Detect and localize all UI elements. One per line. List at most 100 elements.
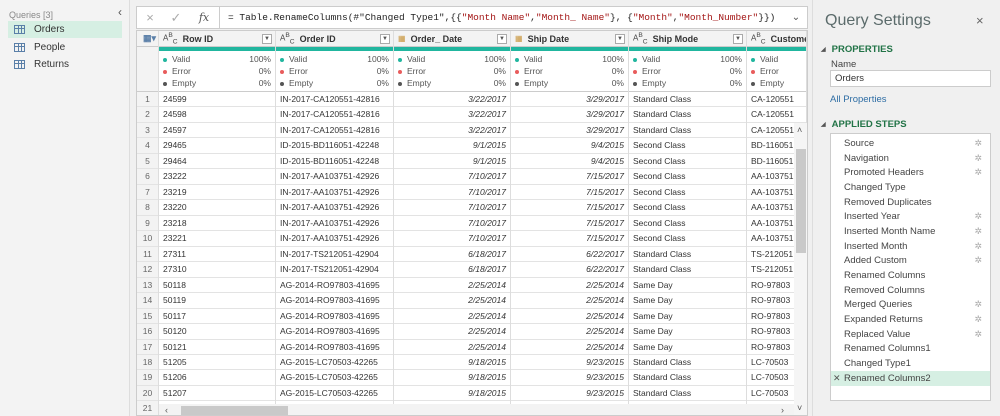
table-menu-icon[interactable]: ▦▾ <box>137 31 158 47</box>
table-cell[interactable]: 2/25/2014 <box>511 340 628 355</box>
table-cell[interactable]: 7/10/2017 <box>394 185 510 201</box>
table-cell[interactable]: 9/18/2015 <box>394 370 510 386</box>
row-number[interactable]: 15 <box>137 308 158 325</box>
table-cell[interactable]: Same Day <box>629 340 746 355</box>
table-cell[interactable]: Standard Class <box>629 370 746 386</box>
table-cell[interactable]: Same Day <box>629 278 746 294</box>
table-cell[interactable]: AG-2014-RO97803-41695 <box>276 340 393 355</box>
row-number[interactable]: 19 <box>137 370 158 386</box>
table-cell[interactable]: 3/29/2017 <box>511 107 628 123</box>
table-cell[interactable]: 50120 <box>159 324 275 340</box>
table-cell[interactable]: 6/18/2017 <box>394 262 510 278</box>
table-cell[interactable]: Second Class <box>629 231 746 247</box>
column-header[interactable]: ABC Ship Mode ▼ <box>629 31 746 47</box>
applied-steps-header[interactable]: APPLIED STEPS <box>821 119 907 130</box>
table-cell[interactable]: 23218 <box>159 216 275 232</box>
date-type-icon[interactable]: ▦ <box>398 34 406 43</box>
table-cell[interactable]: 7/15/2017 <box>511 169 628 185</box>
table-cell[interactable]: CA-120551 <box>747 107 806 123</box>
expand-formula-chevron-icon[interactable]: ⌄ <box>785 12 807 23</box>
row-number[interactable]: 21 <box>137 401 158 415</box>
gear-icon[interactable]: ✲ <box>974 167 982 178</box>
delete-step-icon[interactable]: ✕ <box>833 373 841 384</box>
table-cell[interactable]: 50118 <box>159 278 275 294</box>
table-cell[interactable]: Second Class <box>629 185 746 201</box>
table-cell[interactable]: Second Class <box>629 154 746 170</box>
table-cell[interactable]: IN-2017-AA103751-42926 <box>276 185 393 201</box>
table-cell[interactable]: 23221 <box>159 231 275 247</box>
table-cell[interactable]: 2/25/2014 <box>394 278 510 294</box>
table-cell[interactable]: 9/18/2015 <box>394 386 510 402</box>
table-cell[interactable]: 50117 <box>159 309 275 325</box>
applied-step[interactable]: Removed Duplicates <box>831 195 990 210</box>
table-cell[interactable]: 7/15/2017 <box>511 231 628 247</box>
table-cell[interactable]: 2/25/2014 <box>511 309 628 325</box>
applied-step[interactable]: Expanded Returns ✲ <box>831 312 990 327</box>
table-cell[interactable]: 9/1/2015 <box>394 154 510 170</box>
scroll-down-icon[interactable]: ˅ <box>797 403 802 413</box>
table-cell[interactable]: 7/15/2017 <box>511 216 628 232</box>
close-icon[interactable]: × <box>976 13 984 28</box>
table-cell[interactable]: IN-2017-AA103751-42926 <box>276 200 393 216</box>
column-header[interactable]: ▦ Order_ Date ▼ <box>394 31 510 47</box>
row-number[interactable]: 20 <box>137 385 158 402</box>
query-item[interactable]: People <box>8 39 122 56</box>
table-cell[interactable]: AG-2014-RO97803-41695 <box>276 309 393 325</box>
table-cell[interactable]: 9/4/2015 <box>511 138 628 154</box>
gear-icon[interactable]: ✲ <box>974 314 982 325</box>
table-cell[interactable]: 7/10/2017 <box>394 200 510 216</box>
table-cell[interactable]: 2/25/2014 <box>394 293 510 309</box>
gear-icon[interactable]: ✲ <box>974 329 982 340</box>
table-cell[interactable]: Standard Class <box>629 386 746 402</box>
confirm-icon[interactable]: ✓ <box>163 10 189 26</box>
table-cell[interactable]: 24598 <box>159 107 275 123</box>
applied-step[interactable]: Navigation ✲ <box>831 151 990 166</box>
table-cell[interactable]: Standard Class <box>629 247 746 263</box>
table-cell[interactable]: ID-2015-BD116051-42248 <box>276 154 393 170</box>
table-cell[interactable]: Second Class <box>629 138 746 154</box>
table-cell[interactable]: Second Class <box>629 200 746 216</box>
table-cell[interactable]: 51205 <box>159 355 275 371</box>
table-cell[interactable]: 3/22/2017 <box>394 123 510 139</box>
table-cell[interactable]: Same Day <box>629 309 746 325</box>
table-cell[interactable]: 51207 <box>159 386 275 402</box>
date-type-icon[interactable]: ▦ <box>515 34 523 43</box>
table-cell[interactable]: 2/25/2014 <box>511 324 628 340</box>
table-cell[interactable]: 24597 <box>159 123 275 139</box>
gear-icon[interactable]: ✲ <box>974 299 982 310</box>
table-cell[interactable]: Same Day <box>629 324 746 340</box>
table-cell[interactable]: Standard Class <box>629 262 746 278</box>
table-cell[interactable]: IN-2017-TS212051-42904 <box>276 247 393 263</box>
table-cell[interactable]: IN-2017-CA120551-42816 <box>276 107 393 123</box>
row-number[interactable]: 1 <box>137 92 158 108</box>
text-type-icon[interactable]: ABC <box>751 32 766 45</box>
gear-icon[interactable]: ✲ <box>974 211 982 222</box>
table-cell[interactable]: CA-120551 <box>747 92 806 108</box>
table-cell[interactable]: 7/10/2017 <box>394 216 510 232</box>
table-cell[interactable]: AG-2014-RO97803-41695 <box>276 293 393 309</box>
text-type-icon[interactable]: ABC <box>280 32 295 45</box>
scroll-left-icon[interactable]: ‹ <box>165 405 168 415</box>
table-cell[interactable]: 7/10/2017 <box>394 169 510 185</box>
row-number[interactable]: 14 <box>137 293 158 309</box>
table-cell[interactable]: 9/23/2015 <box>511 370 628 386</box>
row-number[interactable]: 2 <box>137 107 158 123</box>
vertical-scrollbar[interactable]: ˄ ˅ <box>794 123 807 415</box>
column-header[interactable]: ABC Customer ID <box>747 31 806 47</box>
gear-icon[interactable]: ✲ <box>974 226 982 237</box>
table-cell[interactable]: Second Class <box>629 169 746 185</box>
table-cell[interactable]: 27311 <box>159 247 275 263</box>
table-cell[interactable]: 24599 <box>159 92 275 108</box>
table-cell[interactable]: 2/25/2014 <box>511 293 628 309</box>
applied-step[interactable]: Changed Type <box>831 180 990 195</box>
table-cell[interactable]: IN-2017-CA120551-42816 <box>276 92 393 108</box>
applied-step[interactable]: Changed Type1 <box>831 356 990 371</box>
table-cell[interactable]: 7/15/2017 <box>511 185 628 201</box>
row-number[interactable]: 18 <box>137 354 158 371</box>
column-header[interactable]: ABC Order ID ▼ <box>276 31 393 47</box>
cancel-icon[interactable]: × <box>137 10 163 25</box>
table-cell[interactable]: 23220 <box>159 200 275 216</box>
table-cell[interactable]: Standard Class <box>629 107 746 123</box>
row-number[interactable]: 13 <box>137 277 158 294</box>
table-cell[interactable]: IN-2017-AA103751-42926 <box>276 231 393 247</box>
